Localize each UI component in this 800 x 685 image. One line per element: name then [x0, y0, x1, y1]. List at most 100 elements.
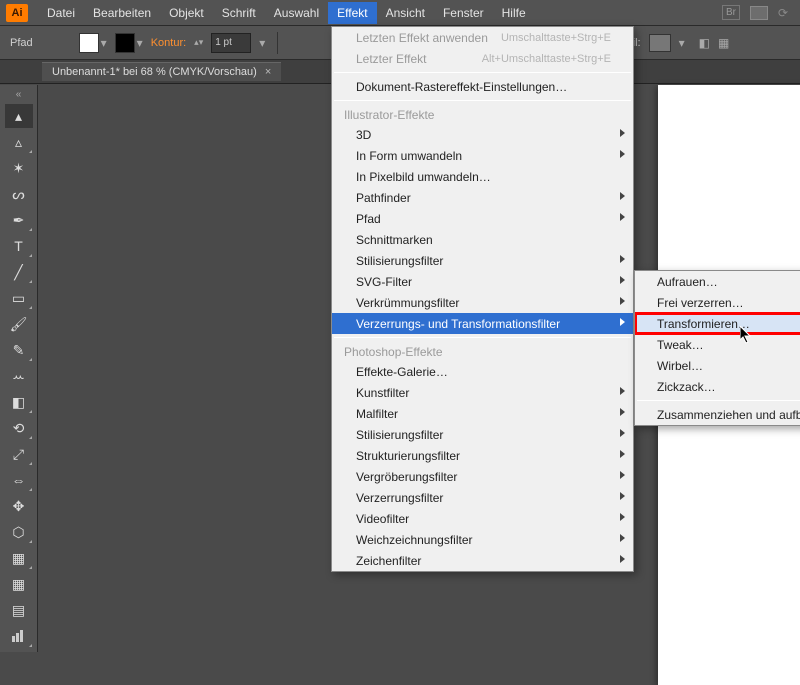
magic-wand-tool[interactable]: ✶: [5, 156, 33, 180]
toolbox: « ▴ ▵ ✶ ᔕ ✒ T ╱ ▭ 🖌 ✎ ꕀ ◧ ⟲ ⤢ ⇔ ✥ ⬡ ▦ ▦ …: [0, 85, 38, 652]
menu-header-photoshop: Photoshop-Effekte: [332, 341, 633, 361]
submenu-arrow-icon: [620, 213, 625, 221]
menu-objekt[interactable]: Objekt: [160, 2, 213, 24]
menu-item[interactable]: In Pixelbild umwandeln…: [332, 166, 633, 187]
menu-item[interactable]: Schnittmarken: [332, 229, 633, 250]
menu-item[interactable]: Pfad: [332, 208, 633, 229]
menu-item[interactable]: Stilisierungsfilter: [332, 250, 633, 271]
menu-item[interactable]: Stilisierungsfilter: [332, 424, 633, 445]
menu-separator: [637, 400, 800, 401]
pencil-tool[interactable]: ✎: [5, 338, 33, 362]
width-tool[interactable]: ⇔: [5, 468, 33, 492]
menu-separator: [334, 72, 631, 73]
menu-item[interactable]: SVG-Filter: [332, 271, 633, 292]
menu-bearbeiten[interactable]: Bearbeiten: [84, 2, 160, 24]
submenu-arrow-icon: [620, 513, 625, 521]
menubar: Ai Datei Bearbeiten Objekt Schrift Auswa…: [0, 0, 800, 26]
submenu-arrow-icon: [620, 255, 625, 263]
menu-item[interactable]: Pathfinder: [332, 187, 633, 208]
column-graph-tool[interactable]: [5, 624, 33, 648]
mesh-tool[interactable]: ▦: [5, 572, 33, 596]
submenu-item[interactable]: Aufrauen…: [635, 271, 800, 292]
gradient-tool[interactable]: ▤: [5, 598, 33, 622]
menu-item[interactable]: 3D: [332, 124, 633, 145]
submenu-arrow-icon: [620, 534, 625, 542]
submenu-arrow-icon: [620, 408, 625, 416]
submenu-item[interactable]: Transformieren…: [635, 313, 800, 334]
type-tool[interactable]: T: [5, 234, 33, 258]
submenu-item[interactable]: Frei verzerren…: [635, 292, 800, 313]
submenu-arrow-icon: [620, 492, 625, 500]
app-logo: Ai: [6, 4, 28, 22]
submenu-item[interactable]: Zusammenziehen und aufblasen…: [635, 404, 800, 425]
menu-item[interactable]: Zeichenfilter: [332, 550, 633, 571]
menu-item[interactable]: In Form umwandeln: [332, 145, 633, 166]
submenu-arrow-icon: [620, 318, 625, 326]
menu-hilfe[interactable]: Hilfe: [493, 2, 535, 24]
menu-item[interactable]: Kunstfilter: [332, 382, 633, 403]
stroke-swatch[interactable]: [115, 33, 135, 53]
mouse-cursor-icon: [740, 326, 754, 344]
menu-datei[interactable]: Datei: [38, 2, 84, 24]
menu-item[interactable]: Weichzeichnungsfilter: [332, 529, 633, 550]
submenu-arrow-icon: [620, 429, 625, 437]
line-tool[interactable]: ╱: [5, 260, 33, 284]
menu-header-illustrator: Illustrator-Effekte: [332, 104, 633, 124]
menu-item[interactable]: Vergröberungsfilter: [332, 466, 633, 487]
submenu-arrow-icon: [620, 471, 625, 479]
bridge-icon[interactable]: Br: [722, 5, 740, 20]
menu-item[interactable]: Verzerrungs- und Transformationsfilter: [332, 313, 633, 334]
align-icon[interactable]: ▦: [718, 36, 729, 50]
paintbrush-tool[interactable]: 🖌: [5, 312, 33, 336]
submenu-arrow-icon: [620, 387, 625, 395]
document-tab[interactable]: Unbenannt-1* bei 68 % (CMYK/Vorschau) ×: [42, 62, 281, 81]
direct-selection-tool[interactable]: ▵: [5, 130, 33, 154]
kontur-label: Kontur:: [151, 37, 186, 49]
menu-effekt[interactable]: Effekt: [328, 2, 376, 24]
submenu-item[interactable]: Wirbel…: [635, 355, 800, 376]
perspective-tool[interactable]: ▦: [5, 546, 33, 570]
menu-last-effect: Letzter EffektAlt+Umschalttaste+Strg+E: [332, 48, 633, 69]
scale-tool[interactable]: ⤢: [5, 442, 33, 466]
submenu-arrow-icon: [620, 297, 625, 305]
menu-separator: [334, 337, 631, 338]
shape-label: Pfad: [10, 37, 33, 49]
menu-item[interactable]: Strukturierungsfilter: [332, 445, 633, 466]
pen-tool[interactable]: ✒: [5, 208, 33, 232]
menu-item[interactable]: Malfilter: [332, 403, 633, 424]
menu-ansicht[interactable]: Ansicht: [377, 2, 434, 24]
close-tab-icon[interactable]: ×: [265, 66, 271, 78]
document-tab-title: Unbenannt-1* bei 68 % (CMYK/Vorschau): [52, 66, 257, 78]
style-swatch[interactable]: [649, 34, 671, 52]
lasso-tool[interactable]: ᔕ: [5, 182, 33, 206]
blob-brush-tool[interactable]: ꕀ: [5, 364, 33, 388]
menu-fenster[interactable]: Fenster: [434, 2, 493, 24]
free-transform-tool[interactable]: ✥: [5, 494, 33, 518]
menu-item[interactable]: Verzerrungsfilter: [332, 487, 633, 508]
menu-item[interactable]: Videofilter: [332, 508, 633, 529]
rotate-tool[interactable]: ⟲: [5, 416, 33, 440]
fill-swatch[interactable]: [79, 33, 99, 53]
distort-transform-submenu: Aufrauen…Frei verzerren…Transformieren…T…: [634, 270, 800, 426]
submenu-arrow-icon: [620, 450, 625, 458]
doc-setup-icon[interactable]: ◧: [699, 36, 710, 50]
submenu-arrow-icon: [620, 276, 625, 284]
submenu-item[interactable]: Tweak…: [635, 334, 800, 355]
menu-doc-raster-settings[interactable]: Dokument-Rastereffekt-Einstellungen…: [332, 76, 633, 97]
toolbox-collapse-icon[interactable]: «: [16, 89, 22, 102]
arrange-icon[interactable]: [750, 6, 768, 20]
menu-item[interactable]: Verkrümmungsfilter: [332, 292, 633, 313]
stroke-width-field[interactable]: 1 pt: [211, 33, 251, 53]
menu-schrift[interactable]: Schrift: [213, 2, 265, 24]
menu-separator: [334, 100, 631, 101]
selection-tool[interactable]: ▴: [5, 104, 33, 128]
menu-item[interactable]: Effekte-Galerie…: [332, 361, 633, 382]
shape-builder-tool[interactable]: ⬡: [5, 520, 33, 544]
menu-auswahl[interactable]: Auswahl: [265, 2, 328, 24]
eraser-tool[interactable]: ◧: [5, 390, 33, 414]
menu-apply-last-effect: Letzten Effekt anwendenUmschalttaste+Str…: [332, 27, 633, 48]
sync-icon[interactable]: ⟳: [778, 6, 788, 20]
submenu-item[interactable]: Zickzack…: [635, 376, 800, 397]
rectangle-tool[interactable]: ▭: [5, 286, 33, 310]
submenu-arrow-icon: [620, 192, 625, 200]
